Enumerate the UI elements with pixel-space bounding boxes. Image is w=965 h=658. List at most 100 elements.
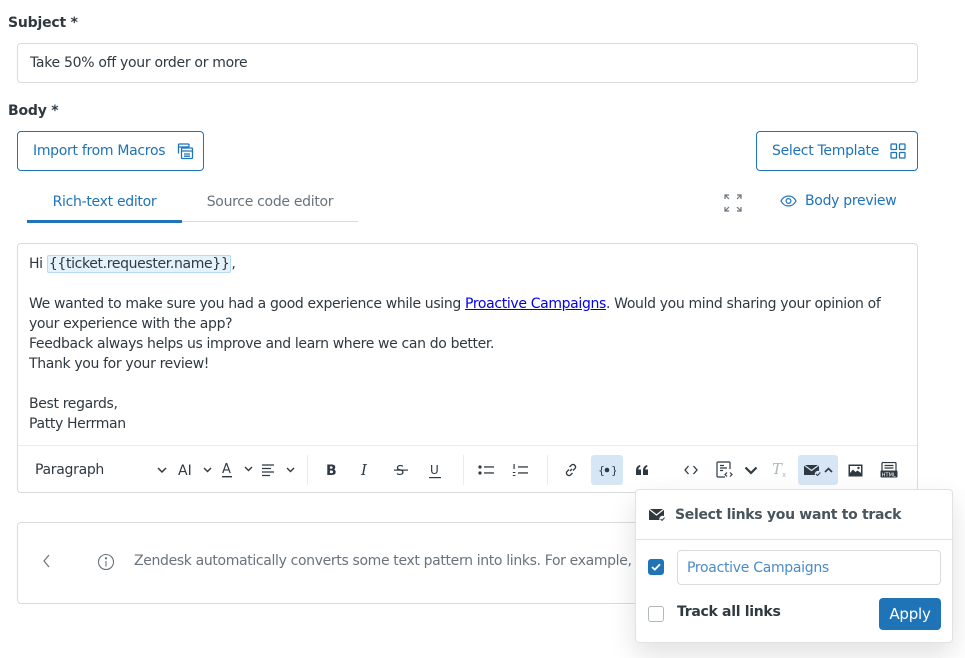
tab-source-code-editor[interactable]: Source code editor bbox=[182, 190, 358, 222]
proactive-campaigns-link[interactable]: Proactive Campaigns bbox=[465, 296, 606, 312]
signoff-line: Best regards, bbox=[29, 396, 118, 412]
track-links-popover: Select links you want to track Proactive… bbox=[635, 489, 953, 643]
macros-icon bbox=[178, 142, 194, 159]
body-preview-button[interactable]: Body preview bbox=[780, 193, 897, 209]
body-label: Body * bbox=[8, 103, 59, 119]
line1-text: We wanted to make sure you had a good ex… bbox=[29, 296, 465, 312]
code-block-dropdown[interactable] bbox=[740, 455, 762, 485]
placeholder-icon: {} bbox=[598, 464, 616, 477]
svg-text:HTML: HTML bbox=[882, 472, 896, 478]
bold-button[interactable]: B bbox=[318, 455, 346, 485]
svg-text:U: U bbox=[430, 463, 439, 477]
checkmark-icon bbox=[651, 563, 661, 571]
placeholder-button[interactable]: {} bbox=[591, 455, 623, 485]
code-block-icon bbox=[716, 461, 733, 478]
toolbar-divider bbox=[547, 455, 548, 485]
select-template-button[interactable]: Select Template bbox=[756, 131, 918, 171]
code-button[interactable] bbox=[677, 455, 705, 485]
font-size-button[interactable]: AI bbox=[178, 455, 214, 485]
eye-icon bbox=[780, 195, 797, 207]
code-block-button[interactable] bbox=[711, 455, 739, 485]
underline-button[interactable]: U bbox=[421, 455, 449, 485]
signature-line: Patty Herrman bbox=[29, 416, 126, 432]
blockquote-icon bbox=[636, 465, 648, 475]
body-preview-label: Body preview bbox=[805, 193, 897, 209]
font-color-icon: A bbox=[222, 462, 253, 478]
chevron-down-icon bbox=[744, 466, 758, 475]
apply-button[interactable]: Apply bbox=[879, 598, 941, 630]
greeting-suffix: , bbox=[231, 256, 236, 272]
import-from-macros-button[interactable]: Import from Macros bbox=[17, 131, 204, 171]
link-icon bbox=[565, 463, 577, 477]
numbered-list-button[interactable] bbox=[506, 455, 534, 485]
track-all-checkbox[interactable] bbox=[648, 606, 664, 622]
code-icon bbox=[684, 465, 698, 475]
grid-icon bbox=[890, 143, 906, 159]
select-template-label: Select Template bbox=[772, 143, 880, 159]
html-embed-button[interactable]: HTML bbox=[875, 455, 903, 485]
strikethrough-button[interactable]: S bbox=[387, 455, 415, 485]
paragraph-line: Thank you for your review! bbox=[29, 356, 210, 372]
chevron-down-icon bbox=[157, 467, 167, 473]
rich-text-editor[interactable]: Hi {{ticket.requester.name}}, We wanted … bbox=[17, 243, 918, 493]
svg-text:x: x bbox=[782, 471, 786, 478]
expand-icon bbox=[724, 194, 742, 212]
editor-tabs: Rich-text editor Source code editor bbox=[27, 190, 358, 223]
svg-text:B: B bbox=[326, 463, 337, 478]
underline-icon: U bbox=[429, 463, 441, 478]
italic-button[interactable]: I bbox=[352, 455, 380, 485]
toolbar-divider bbox=[463, 455, 464, 485]
track-links-button[interactable] bbox=[798, 455, 838, 485]
bulleted-list-icon bbox=[478, 465, 494, 475]
link-button[interactable] bbox=[557, 455, 585, 485]
greeting-prefix: Hi bbox=[29, 256, 47, 272]
alignment-button[interactable] bbox=[261, 455, 297, 485]
tab-rich-text-editor[interactable]: Rich-text editor bbox=[27, 190, 182, 223]
remove-format-button[interactable]: Tx bbox=[766, 455, 794, 485]
italic-icon: I bbox=[360, 462, 368, 478]
svg-text:A: A bbox=[222, 462, 231, 477]
placeholder-chip[interactable]: {{ticket.requester.name}} bbox=[46, 255, 232, 273]
svg-text:AI: AI bbox=[178, 463, 192, 478]
svg-text:I: I bbox=[360, 462, 368, 478]
paragraph-line: We wanted to make sure you had a good ex… bbox=[29, 294, 899, 334]
html-embed-icon: HTML bbox=[880, 462, 898, 478]
font-size-icon: AI bbox=[178, 463, 212, 478]
chevron-left-icon[interactable] bbox=[42, 553, 52, 569]
paragraph-line: Feedback always helps us improve and lea… bbox=[29, 336, 495, 352]
image-icon bbox=[848, 464, 862, 476]
editor-content[interactable]: Hi {{ticket.requester.name}}, We wanted … bbox=[29, 254, 899, 434]
link-checkbox[interactable] bbox=[648, 559, 664, 575]
remove-format-icon: Tx bbox=[772, 462, 786, 478]
numbered-list-icon bbox=[512, 464, 528, 476]
fullscreen-button[interactable] bbox=[722, 192, 744, 214]
toolbar-divider bbox=[307, 455, 308, 485]
track-all-label[interactable]: Track all links bbox=[677, 604, 781, 620]
blockquote-button[interactable] bbox=[628, 455, 656, 485]
editor-toolbar: Paragraph AI A B I S U {} Tx bbox=[18, 445, 917, 492]
svg-text:{: { bbox=[598, 464, 605, 477]
import-from-macros-label: Import from Macros bbox=[33, 143, 166, 159]
block-format-value: Paragraph bbox=[35, 462, 105, 478]
subject-input[interactable] bbox=[17, 43, 918, 83]
popover-title: Select links you want to track bbox=[675, 506, 902, 523]
strikethrough-icon: S bbox=[394, 464, 408, 478]
block-format-select[interactable]: Paragraph bbox=[35, 455, 167, 485]
subject-label: Subject * bbox=[8, 15, 78, 31]
font-color-button[interactable]: A bbox=[221, 455, 257, 485]
info-text: Zendesk automatically converts some text… bbox=[134, 553, 673, 569]
tracked-mail-icon bbox=[648, 508, 666, 522]
info-icon bbox=[97, 553, 115, 571]
bold-icon: B bbox=[326, 463, 337, 478]
align-icon bbox=[262, 464, 295, 477]
svg-text:S: S bbox=[396, 464, 404, 478]
svg-text:}: } bbox=[611, 464, 616, 477]
popover-header: Select links you want to track bbox=[636, 490, 952, 540]
bulleted-list-button[interactable] bbox=[472, 455, 500, 485]
track-links-icon bbox=[803, 464, 833, 478]
greeting-line: Hi {{ticket.requester.name}}, bbox=[29, 254, 899, 274]
tracked-link-field[interactable]: Proactive Campaigns bbox=[677, 550, 941, 585]
image-button[interactable] bbox=[841, 455, 869, 485]
